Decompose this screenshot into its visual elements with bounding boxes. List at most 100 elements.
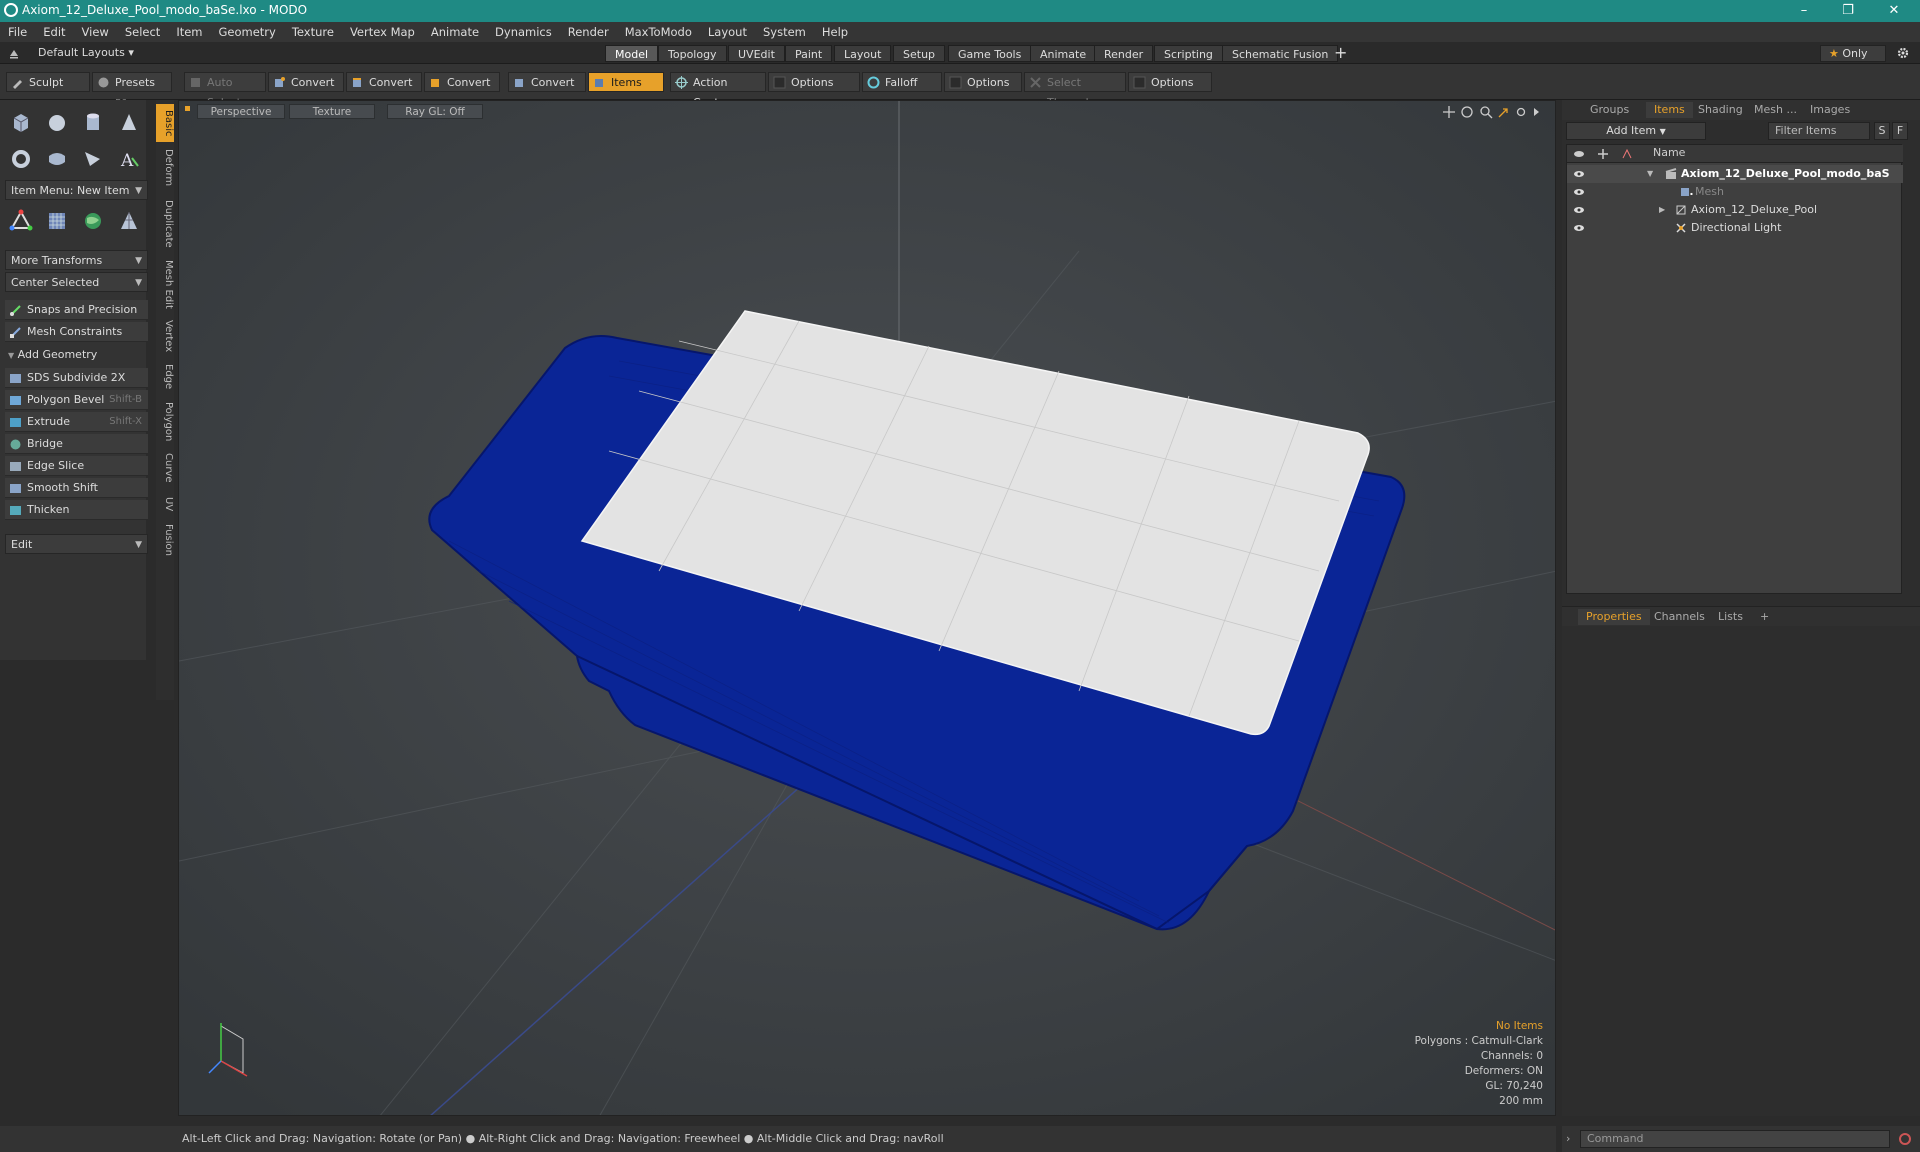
text-tool-icon[interactable]: A (114, 144, 144, 174)
convert-vertices-button[interactable]: Convert (268, 72, 344, 92)
item-row-scene[interactable]: ▼ Axiom_12_Deluxe_Pool_modo_baS ... (1567, 165, 1903, 198)
tab-shading[interactable]: Shading (1690, 102, 1751, 118)
3d-viewport[interactable]: Perspective Texture Ray GL: Off No Items… (178, 100, 1556, 1116)
tool-smooth-shift[interactable]: Smooth Shift (5, 478, 148, 498)
auto-select-button[interactable]: Auto Select (184, 72, 266, 109)
item-row-light[interactable]: Directional Light (1567, 219, 1903, 237)
vtab-mesh-edit[interactable]: Mesh Edit (156, 256, 174, 312)
collapsed-triangle-icon[interactable]: ▶ (1659, 201, 1665, 219)
rotate-icon[interactable] (1461, 106, 1473, 118)
vtab-fusion[interactable]: Fusion (156, 520, 174, 560)
filter-items-input[interactable]: Filter Items (1768, 122, 1870, 140)
options-button-2[interactable]: Options (944, 72, 1022, 92)
transform-icon[interactable] (6, 206, 36, 236)
default-layouts-dropdown[interactable]: Default Layouts ▾ (38, 46, 134, 59)
cube-primitive-icon[interactable] (6, 108, 36, 138)
pyramid-mesh-icon[interactable] (114, 206, 144, 236)
convert-polygons-button[interactable]: Convert (424, 72, 500, 92)
more-transforms-dropdown[interactable]: More Transforms ▼ (5, 250, 148, 270)
pan-icon[interactable] (1443, 106, 1455, 118)
menu-view[interactable]: View (74, 22, 117, 42)
eye-icon[interactable] (1573, 168, 1585, 180)
layout-up-icon[interactable] (8, 47, 20, 59)
f-button[interactable]: F (1892, 122, 1908, 140)
convert-edges-button[interactable]: Convert (346, 72, 422, 92)
tool-sds-subdivide[interactable]: SDS Subdivide 2X (5, 368, 148, 388)
menu-help[interactable]: Help (814, 22, 856, 42)
tab-uvedit[interactable]: UVEdit (728, 45, 785, 62)
add-tab-button[interactable]: + (1334, 43, 1347, 62)
vtab-edge[interactable]: Edge (156, 360, 174, 394)
close-button[interactable]: ✕ (1872, 0, 1916, 22)
options-button-3[interactable]: Options (1128, 72, 1212, 92)
tool-bridge[interactable]: Bridge (5, 434, 148, 454)
menu-system[interactable]: System (755, 22, 814, 42)
torus-primitive-icon[interactable] (6, 144, 36, 174)
only-button[interactable]: ★ Only (1820, 45, 1886, 62)
eye-icon[interactable] (1573, 222, 1585, 234)
presets-button[interactable]: Presets F6 (92, 72, 172, 109)
perspective-button[interactable]: Perspective (197, 104, 285, 119)
tool-extrude[interactable]: Extrude Shift-X (5, 412, 148, 432)
item-menu-dropdown[interactable]: Item Menu: New Item ▼ (5, 180, 148, 200)
record-icon[interactable] (1898, 1132, 1912, 1146)
texture-button[interactable]: Texture (289, 104, 375, 119)
item-row-pool[interactable]: ▶ Axiom_12_Deluxe_Pool (1567, 201, 1903, 219)
tab-groups[interactable]: Groups (1582, 102, 1637, 118)
tab-render[interactable]: Render (1094, 45, 1154, 62)
edit-dropdown[interactable]: Edit ▼ (5, 534, 148, 554)
menu-vertex-map[interactable]: Vertex Map (342, 22, 423, 42)
tab-topology[interactable]: Topology (658, 45, 727, 62)
menu-item[interactable]: Item (168, 22, 210, 42)
menu-geometry[interactable]: Geometry (211, 22, 284, 42)
grid-mesh-icon[interactable] (42, 206, 72, 236)
eye-icon[interactable] (1573, 204, 1585, 216)
eye-icon[interactable] (1573, 186, 1585, 198)
tab-properties[interactable]: Properties (1578, 609, 1650, 625)
menu-edit[interactable]: Edit (35, 22, 73, 42)
add-item-dropdown[interactable]: Add Item ▼ (1566, 122, 1706, 140)
name-column-header[interactable]: Name (1653, 146, 1685, 159)
globe-icon[interactable] (78, 206, 108, 236)
sculpt-button[interactable]: Sculpt (6, 72, 90, 92)
cone-primitive-icon[interactable] (114, 108, 144, 138)
gear-icon[interactable] (1896, 46, 1910, 60)
vtab-vertex[interactable]: Vertex (156, 316, 174, 356)
vtab-curve[interactable]: Curve (156, 450, 174, 486)
tab-animate[interactable]: Animate (1030, 45, 1097, 62)
center-selected-dropdown[interactable]: Center Selected ▼ (5, 272, 148, 292)
tab-lists[interactable]: Lists (1710, 609, 1751, 625)
add-panel-tab-button[interactable]: + (1752, 609, 1777, 625)
menu-layout[interactable]: Layout (700, 22, 755, 42)
tab-items[interactable]: Items (1646, 102, 1693, 118)
sphere-primitive-icon[interactable] (42, 108, 72, 138)
vtab-polygon[interactable]: Polygon (156, 398, 174, 446)
select-through-button[interactable]: Select Through (1024, 72, 1126, 109)
falloff-button[interactable]: Falloff (862, 72, 942, 92)
tool-thicken[interactable]: Thicken (5, 500, 148, 520)
menu-maxtomodo[interactable]: MaxToModo (617, 22, 700, 42)
tab-game-tools[interactable]: Game Tools (948, 45, 1032, 62)
convert-items-button[interactable]: Convert (508, 72, 586, 92)
action-center-button[interactable]: Action Center (670, 72, 766, 109)
snaps-precision-button[interactable]: Snaps and Precision (5, 300, 148, 320)
viewport-settings-icon[interactable] (1516, 107, 1526, 117)
expand-arrow-icon[interactable] (1534, 108, 1539, 116)
tool-polygon-bevel[interactable]: Polygon Bevel Shift-B (5, 390, 148, 410)
tab-paint[interactable]: Paint (785, 45, 833, 62)
expand-triangle-icon[interactable]: ▼ (1647, 165, 1653, 183)
menu-select[interactable]: Select (117, 22, 168, 42)
viewport-menu-dot-icon[interactable] (185, 106, 190, 111)
capsule-primitive-icon[interactable] (42, 144, 72, 174)
tab-scripting[interactable]: Scripting (1154, 45, 1223, 62)
tab-mesh[interactable]: Mesh ... (1746, 102, 1805, 118)
ray-gl-button[interactable]: Ray GL: Off (387, 104, 483, 119)
items-mode-button[interactable]: Items (588, 72, 664, 92)
command-input[interactable]: Command (1580, 1130, 1890, 1148)
add-geometry-header[interactable]: ▼ Add Geometry (8, 348, 97, 361)
tab-channels[interactable]: Channels (1646, 609, 1713, 625)
viewport-scene[interactable] (179, 101, 1556, 1116)
restore-button[interactable]: ❐ (1826, 0, 1870, 22)
menu-animate[interactable]: Animate (423, 22, 487, 42)
options-button-1[interactable]: Options (768, 72, 860, 92)
